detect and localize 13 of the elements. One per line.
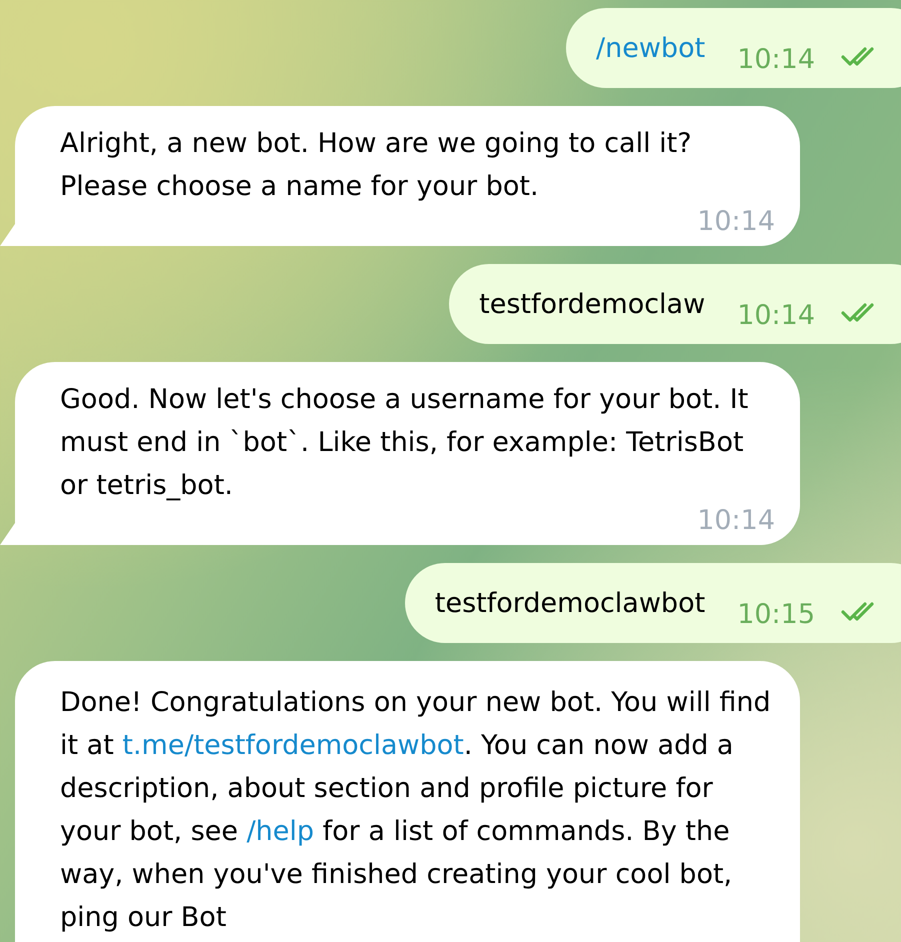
link[interactable]: t.me/testfordemoclawbot <box>122 730 464 761</box>
message-time: 10:14 <box>737 44 815 74</box>
message-text: Alright, a new bot. How are we going to call it? Please choose a name for your bot. <box>60 127 693 204</box>
message-time: 10:15 <box>737 598 815 630</box>
message-time: 10:14 <box>737 300 815 330</box>
message-time: 10:14 <box>697 507 775 535</box>
message-text: Good. Now let's choose a username for your bot. It must end in `bot`. Like this, for example: TetrisBot or tetris_bot. <box>60 383 750 503</box>
message-text: testfordemoclawbot <box>434 588 706 618</box>
message-text: testfordemoclaw <box>479 288 706 320</box>
message-text: Done! Congratulations on your new bot. You will find it at t.me/testfordemoclawbot. You can now add a description, about section and profile picture for your bot, see /help for a list of commands. By the way, when you've finished creating your cool bot, ping our Bot <box>60 686 772 935</box>
message-time: 10:14 <box>697 208 775 236</box>
link[interactable]: /help <box>246 816 314 847</box>
message-text: /newbot <box>596 32 706 64</box>
